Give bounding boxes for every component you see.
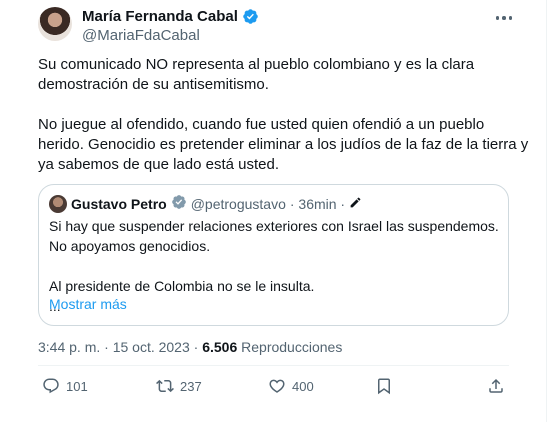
tweet: María Fernanda Cabal @MariaFdaCabal Su c… — [0, 0, 555, 422]
tweet-paragraph: No juegue al ofendido, cuando fue usted … — [38, 116, 529, 173]
view-count: 6.506 — [202, 339, 238, 355]
divider — [38, 365, 509, 366]
tweet-text: Su comunicado NO representa al pueblo co… — [38, 55, 533, 195]
tweet-date[interactable]: 3:44 p. m. · 15 oct. 2023 · — [38, 339, 198, 355]
timeline-divider — [546, 0, 547, 422]
quoted-tweet-line: Si hay que suspender relaciones exterior… — [49, 218, 499, 254]
views-label: Reproducciones — [241, 339, 343, 355]
tweet-timestamp: 3:44 p. m. · 15 oct. 2023 · 6.506 Reprod… — [38, 339, 342, 355]
quoted-tweet[interactable]: Gustavo Petro @petrogustavo · 36min · Si… — [38, 184, 509, 326]
quoted-author-avatar — [49, 194, 67, 213]
quoted-author-name: Gustavo Petro — [71, 195, 167, 212]
author-name-row[interactable]: María Fernanda Cabal — [82, 8, 259, 25]
verified-badge-icon — [171, 194, 187, 213]
quoted-tweet-header: Gustavo Petro @petrogustavo · 36min · — [49, 194, 362, 213]
action-bar: 101 237 400 — [38, 377, 513, 403]
show-more-link[interactable]: Mostrar más — [49, 296, 127, 312]
more-options-icon[interactable] — [493, 10, 515, 26]
edited-pencil-icon — [349, 196, 362, 212]
retweet-count: 237 — [180, 378, 202, 394]
author-handle[interactable]: @MariaFdaCabal — [82, 27, 200, 44]
bookmark-button[interactable] — [375, 377, 393, 395]
share-button[interactable] — [487, 377, 505, 395]
reply-count: 101 — [66, 378, 88, 394]
author-name[interactable]: María Fernanda Cabal — [82, 8, 238, 25]
quoted-tweet-time: · 36min · — [289, 195, 346, 212]
like-button[interactable]: 400 — [268, 377, 314, 395]
reply-icon — [42, 377, 60, 395]
quoted-tweet-line: Al presidente de Colombia no se le insul… — [49, 278, 315, 294]
bookmark-icon — [375, 377, 393, 395]
verified-badge-icon — [242, 8, 259, 25]
like-icon — [268, 377, 286, 395]
quoted-tweet-line — [49, 256, 499, 276]
share-icon — [487, 377, 505, 395]
like-count: 400 — [292, 378, 314, 394]
retweet-icon — [156, 377, 174, 395]
tweet-paragraph: Su comunicado NO representa al pueblo co… — [38, 56, 475, 93]
author-avatar[interactable] — [38, 7, 72, 41]
reply-button[interactable]: 101 — [42, 377, 88, 395]
quoted-author-handle: @petrogustavo — [190, 195, 286, 212]
retweet-button[interactable]: 237 — [156, 377, 202, 395]
